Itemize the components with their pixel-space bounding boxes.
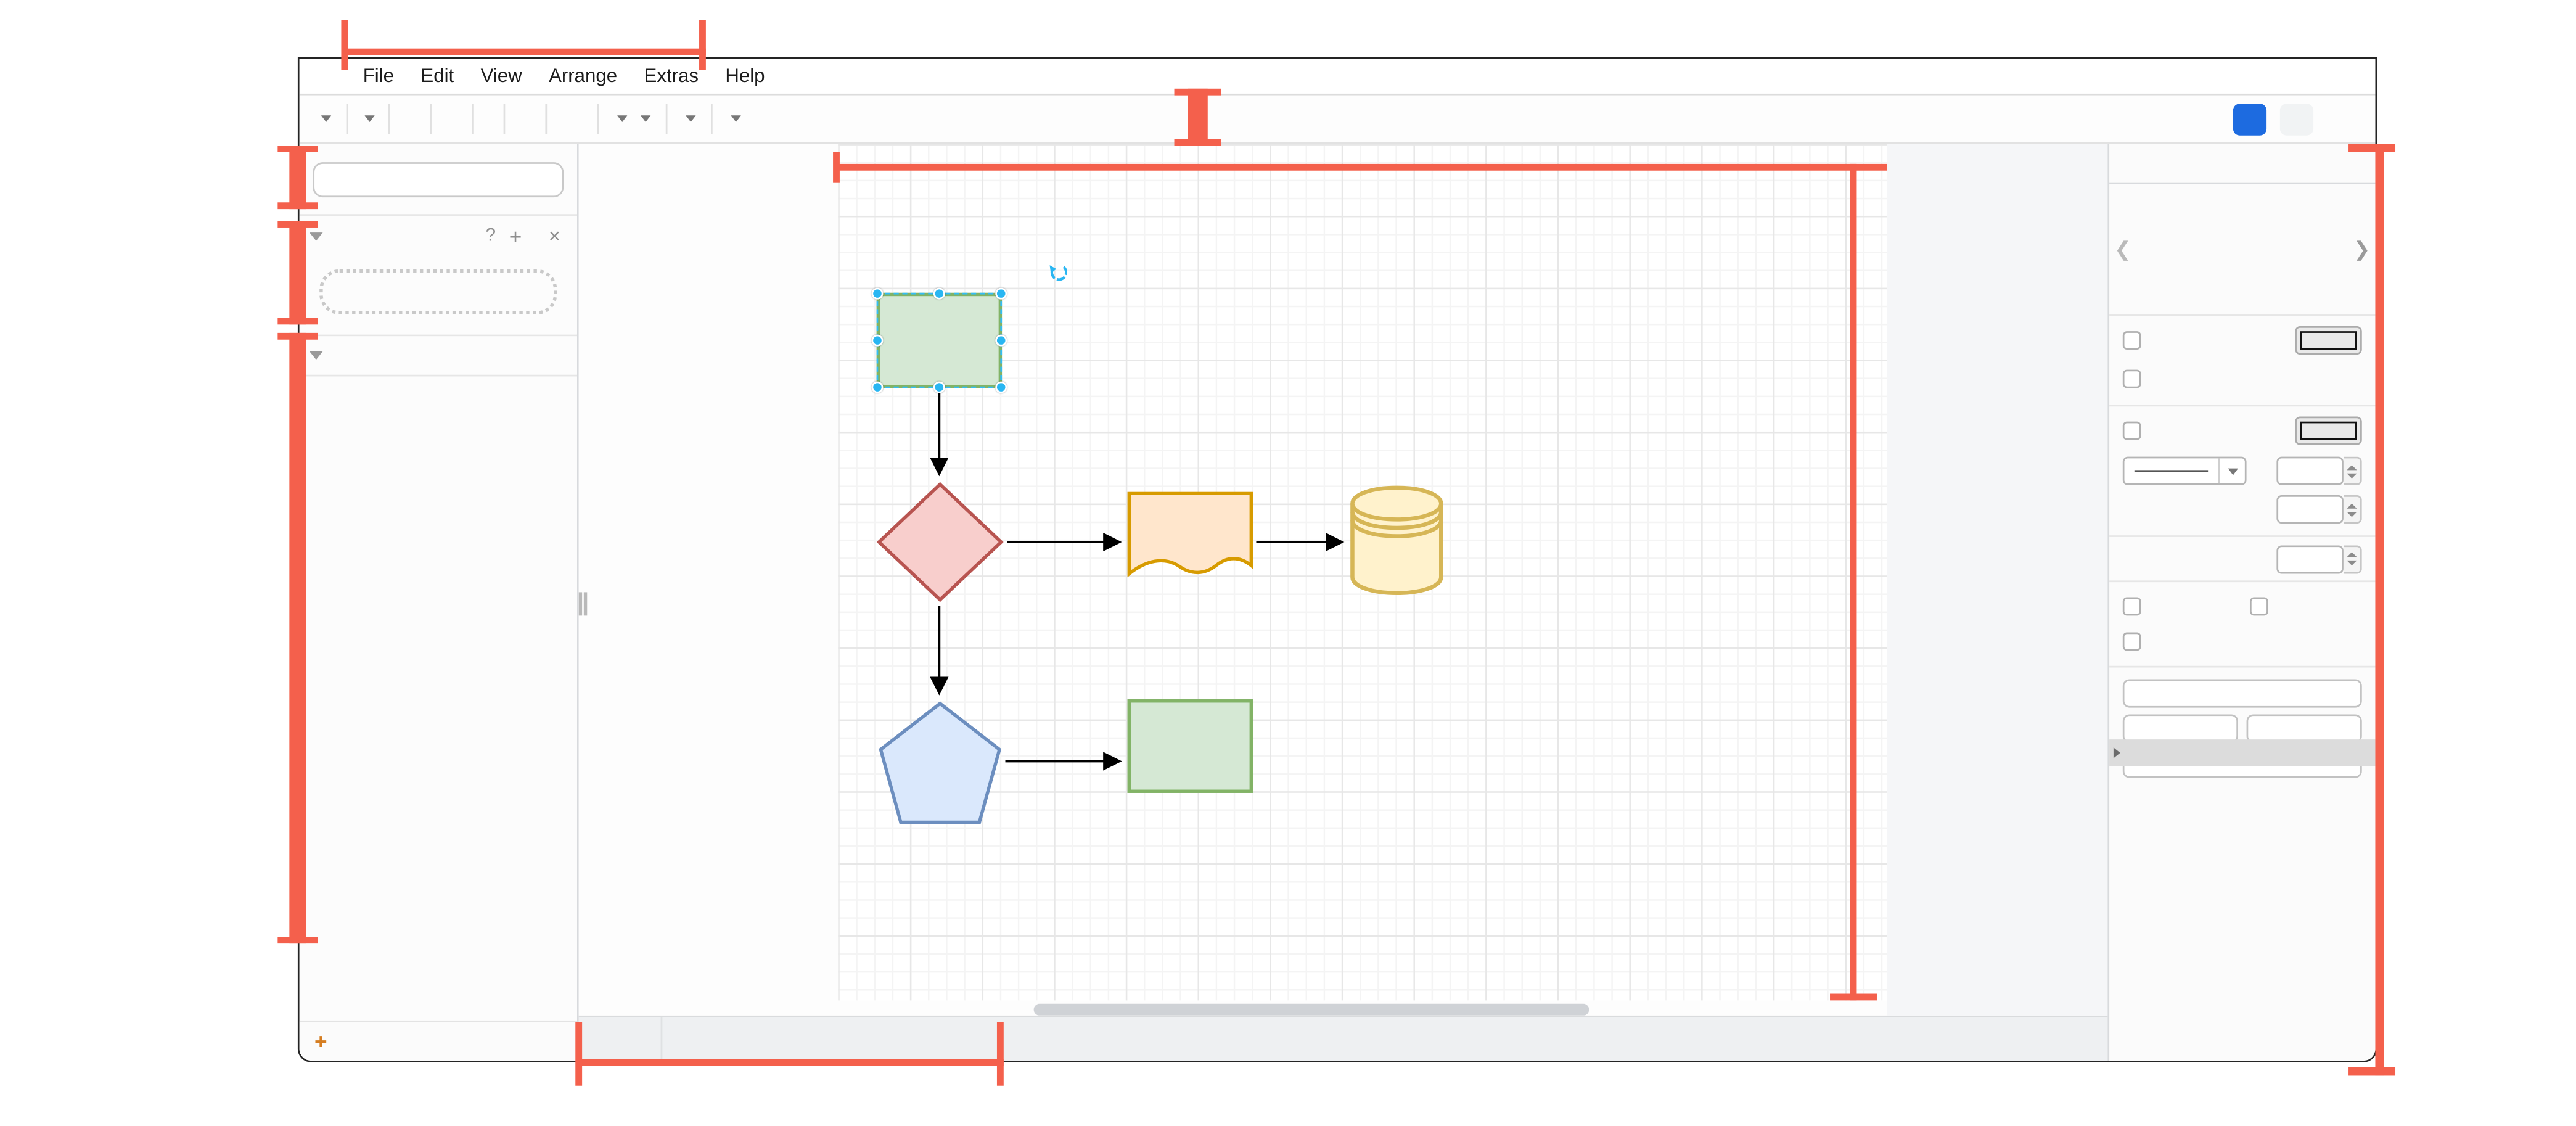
node-approval[interactable] xyxy=(878,701,1002,825)
annotation-scratchpad-label xyxy=(0,231,291,257)
scratchpad-add-icon[interactable]: + xyxy=(509,223,522,249)
connection-icon[interactable] xyxy=(609,101,633,138)
drawio-logo-icon xyxy=(311,64,337,89)
zoom-in-icon[interactable] xyxy=(400,101,409,138)
shadow-checkbox[interactable] xyxy=(2250,596,2268,615)
annotation-canvas-line xyxy=(837,164,1887,171)
presets-next-icon[interactable]: ❯ xyxy=(2353,237,2370,261)
style-presets: ❮ ❯ xyxy=(2109,184,2375,314)
scrollbar-thumb[interactable] xyxy=(1034,1004,1589,1016)
format-toggle-icon[interactable] xyxy=(2350,101,2360,138)
gradient-checkbox[interactable] xyxy=(2123,369,2141,387)
scratchpad-dropzone[interactable] xyxy=(300,256,577,335)
shapes-sidebar: ? + × + xyxy=(300,144,579,1061)
scratchpad-help-icon[interactable]: ? xyxy=(485,226,496,246)
diagram-page[interactable] xyxy=(838,144,1887,1000)
scratchpad-close-icon[interactable]: × xyxy=(549,224,560,248)
opacity-stepper[interactable] xyxy=(2276,545,2361,573)
scratchpad-header[interactable]: ? + × xyxy=(300,216,577,256)
annotation-pages-line xyxy=(579,1059,1004,1066)
annotation-menu-line xyxy=(345,49,706,55)
fill-color-icon[interactable] xyxy=(557,101,567,138)
menu-item-edit[interactable]: Edit xyxy=(408,66,467,86)
more-shapes-button[interactable]: + xyxy=(300,1021,577,1061)
menu-bar: FileEditViewArrangeExtrasHelp xyxy=(300,59,2376,96)
search-shapes-input[interactable] xyxy=(313,162,564,197)
waypoints-icon[interactable] xyxy=(633,101,656,138)
scratchpad-hint xyxy=(319,269,557,314)
insert-icon[interactable] xyxy=(678,101,701,138)
rounded-checkbox[interactable] xyxy=(2123,596,2141,615)
fill-color-swatch[interactable] xyxy=(2295,326,2362,355)
drawing-canvas[interactable] xyxy=(579,144,2108,1015)
drawio-window: FileEditViewArrangeExtrasHelp xyxy=(298,57,2377,1062)
line-style-dropdown[interactable] xyxy=(2123,457,2247,485)
horizontal-scrollbar[interactable] xyxy=(579,995,2108,1016)
zoom-out-icon[interactable] xyxy=(410,101,420,138)
line-checkbox[interactable] xyxy=(2123,422,2141,440)
sketch-checkbox[interactable] xyxy=(2123,631,2141,650)
fill-checkbox[interactable] xyxy=(2123,331,2141,350)
publish-button[interactable] xyxy=(2233,104,2266,136)
section-general[interactable] xyxy=(300,336,577,374)
pages-menu-icon[interactable] xyxy=(579,1017,619,1061)
node-choice[interactable] xyxy=(877,482,1004,602)
selection-outline xyxy=(877,293,1002,388)
undo-icon[interactable] xyxy=(441,101,451,138)
redo-icon xyxy=(452,101,462,138)
fullscreen-icon[interactable] xyxy=(2327,101,2337,138)
sidebar-splitter[interactable] xyxy=(579,592,589,615)
to-back-icon[interactable] xyxy=(525,101,535,138)
shape-grid xyxy=(300,376,577,400)
collapse-icon xyxy=(310,232,323,240)
table-icon[interactable] xyxy=(723,101,746,138)
menu-items: FileEditViewArrangeExtrasHelp xyxy=(350,66,778,86)
node-start[interactable] xyxy=(877,293,1002,388)
menu-item-help[interactable]: Help xyxy=(712,66,779,86)
property-table-header[interactable] xyxy=(2109,739,2375,766)
node-final[interactable] xyxy=(1128,699,1253,793)
format-panel: ❮ ❯ xyxy=(2107,144,2375,1061)
to-front-icon[interactable] xyxy=(515,101,525,138)
view-dropdown[interactable] xyxy=(313,101,336,138)
add-icon: + xyxy=(314,1029,327,1054)
node-write-record[interactable] xyxy=(1128,492,1253,588)
expand-icon xyxy=(2114,747,2120,758)
perimeter-stepper[interactable] xyxy=(2276,495,2361,524)
zoom-level-dropdown[interactable] xyxy=(358,115,379,122)
edit-style-button[interactable] xyxy=(2123,679,2362,707)
collapse-icon xyxy=(310,351,323,360)
line-color-swatch[interactable] xyxy=(2295,417,2362,445)
close-button[interactable] xyxy=(2280,104,2313,136)
node-store-record[interactable] xyxy=(1350,485,1443,596)
menu-item-arrange[interactable]: Arrange xyxy=(535,66,630,86)
paste-style-button[interactable] xyxy=(2247,714,2362,742)
line-color-icon[interactable] xyxy=(567,101,577,138)
menu-item-file[interactable]: File xyxy=(350,66,408,86)
toolbar xyxy=(300,96,2376,144)
menu-item-view[interactable]: View xyxy=(467,66,535,86)
line-width-stepper[interactable] xyxy=(2276,457,2361,485)
shadow-icon[interactable] xyxy=(577,101,587,138)
delete-icon[interactable] xyxy=(483,101,493,138)
screenshot-stage: FileEditViewArrangeExtrasHelp xyxy=(0,0,2576,1126)
add-page-button[interactable] xyxy=(619,1017,663,1061)
copy-style-button[interactable] xyxy=(2123,714,2238,742)
presets-prev-icon[interactable]: ❮ xyxy=(2114,237,2131,261)
page-tab-bar xyxy=(579,1016,2108,1061)
